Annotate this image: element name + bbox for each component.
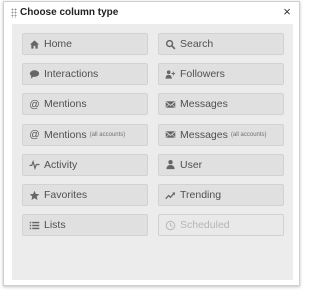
column-type-label: Favorites <box>44 189 88 201</box>
home-icon <box>29 39 40 50</box>
column-type-label: Search <box>180 38 214 50</box>
column-type-messages-all-accounts-button[interactable]: Messages (all accounts) <box>158 123 284 146</box>
choose-column-dialog: Choose column type × Home Search Interacti… <box>3 1 300 286</box>
column-type-favorites-button[interactable]: Favorites <box>22 184 148 206</box>
close-button[interactable]: × <box>280 4 294 20</box>
column-type-user-button[interactable]: User <box>158 153 284 176</box>
column-type-interactions-button[interactable]: Interactions <box>22 63 148 86</box>
column-type-label: Messages <box>180 128 228 141</box>
at-sign-icon: @ <box>29 129 40 140</box>
trending-icon <box>165 190 176 201</box>
list-icon <box>29 220 40 231</box>
svg-text:@: @ <box>29 130 39 140</box>
search-icon <box>165 39 176 50</box>
column-type-mentions-button[interactable]: @ Mentions <box>22 93 148 116</box>
speech-bubble-icon <box>29 69 40 80</box>
column-type-grid: Home Search Interactions Followers @ Mentions… <box>12 24 293 280</box>
column-type-trending-button[interactable]: Trending <box>158 184 284 206</box>
column-type-home-button[interactable]: Home <box>22 33 148 55</box>
column-type-activity-button[interactable]: Activity <box>22 153 148 176</box>
column-type-label: Mentions <box>44 128 87 141</box>
column-type-scheduled-button: Scheduled <box>158 214 284 237</box>
clock-icon <box>165 220 176 231</box>
column-type-search-button[interactable]: Search <box>158 33 284 55</box>
column-type-label: Followers <box>180 68 225 81</box>
column-type-label: Activity <box>44 158 78 171</box>
column-type-label: Home <box>44 38 73 50</box>
column-type-label: User <box>180 158 203 171</box>
at-sign-icon: @ <box>29 99 40 110</box>
column-type-label: Lists <box>44 219 66 232</box>
activity-pulse-icon <box>29 159 40 171</box>
column-type-label: Trending <box>180 189 222 201</box>
column-type-label: Scheduled <box>180 219 230 232</box>
dialog-header[interactable]: Choose column type × <box>4 2 299 24</box>
dialog-title: Choose column type <box>20 7 119 18</box>
all-accounts-note: (all accounts) <box>230 131 267 138</box>
all-accounts-note: (all accounts) <box>89 131 126 138</box>
svg-text:@: @ <box>29 100 39 110</box>
column-type-label: Messages <box>180 98 228 111</box>
drag-handle-icon[interactable] <box>11 8 17 18</box>
envelope-icon <box>165 99 176 110</box>
envelope-icon <box>165 129 176 140</box>
column-type-lists-button[interactable]: Lists <box>22 214 148 237</box>
add-user-icon <box>165 69 176 80</box>
column-type-followers-button[interactable]: Followers <box>158 63 284 86</box>
column-type-label: Mentions <box>44 98 87 111</box>
user-icon <box>165 159 176 170</box>
column-type-messages-button[interactable]: Messages <box>158 93 284 116</box>
star-icon <box>29 190 40 201</box>
column-type-label: Interactions <box>44 68 99 81</box>
column-type-mentions-all-accounts-button[interactable]: @ Mentions (all accounts) <box>22 123 148 146</box>
